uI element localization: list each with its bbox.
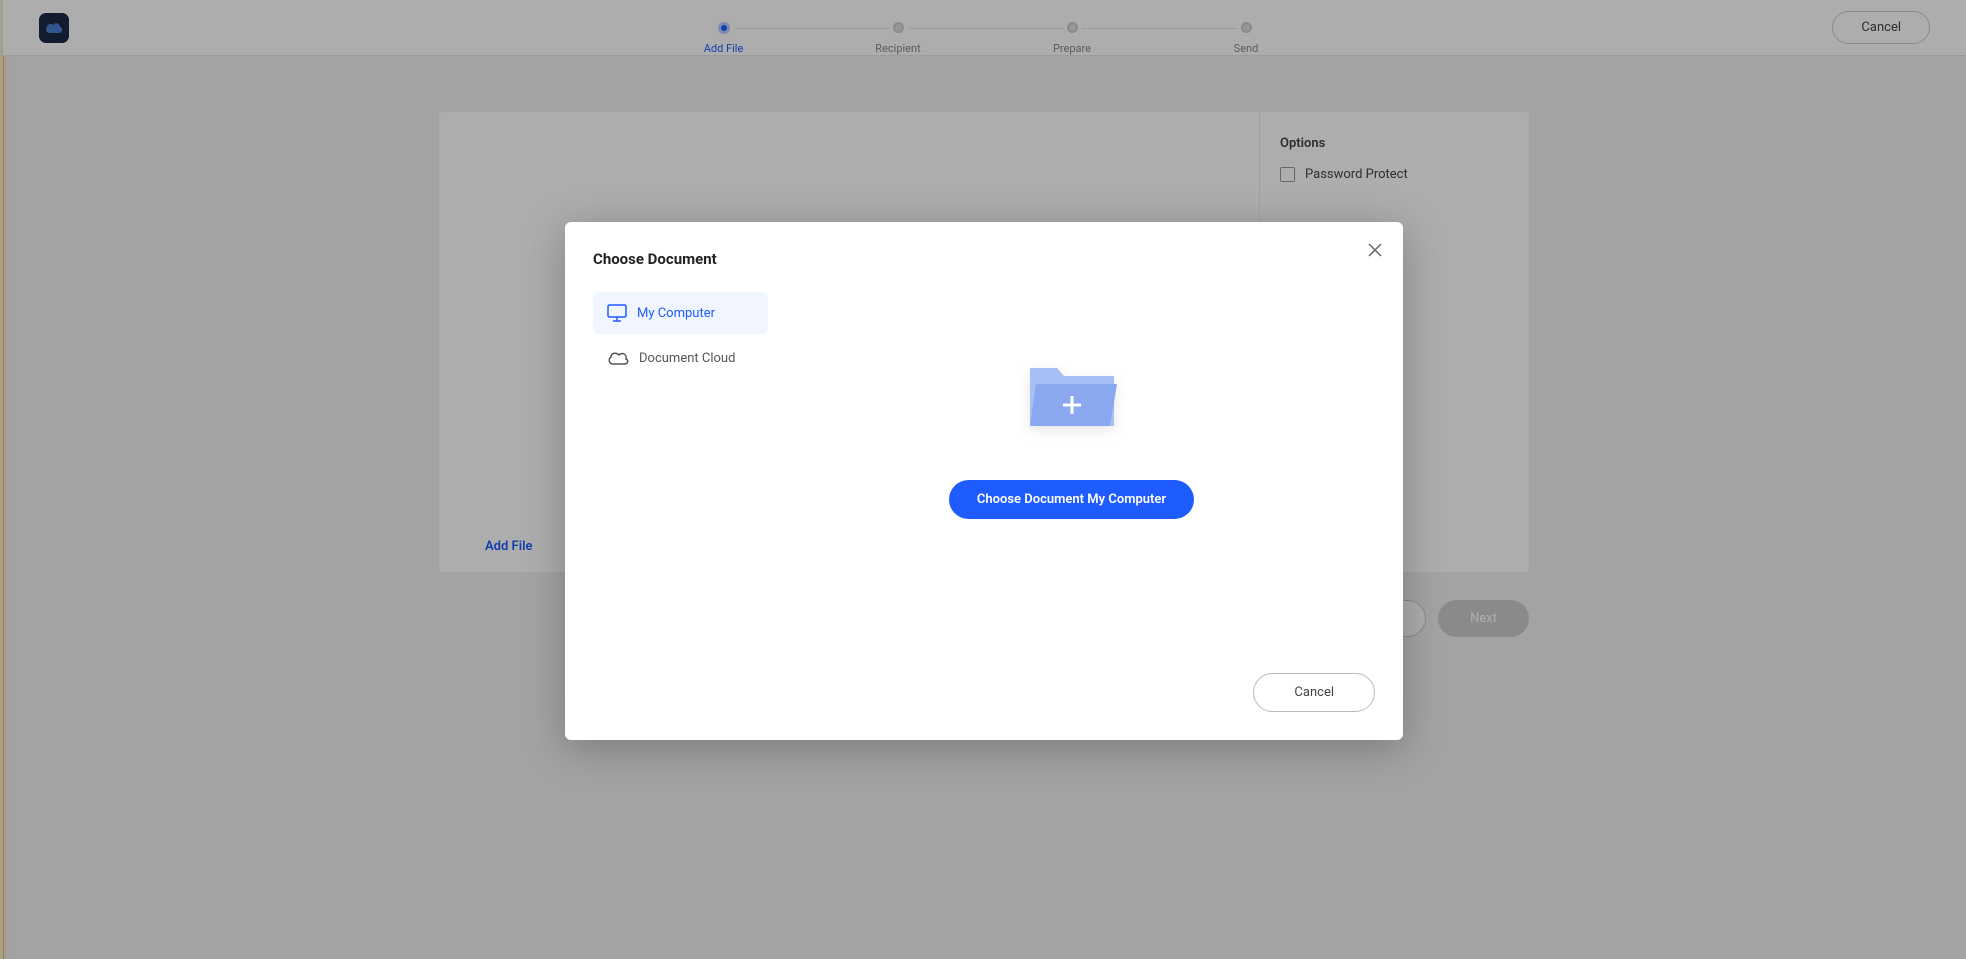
sidebar-item-label: Document Cloud	[639, 351, 735, 366]
cloud-icon	[607, 350, 629, 366]
sidebar-item-document-cloud[interactable]: Document Cloud	[593, 338, 768, 378]
computer-icon	[607, 304, 627, 322]
sidebar-item-my-computer[interactable]: My Computer	[593, 292, 768, 334]
modal-cancel-button[interactable]: Cancel	[1253, 673, 1375, 712]
modal-sidebar: My Computer Document Cloud	[593, 292, 768, 519]
modal-title: Choose Document	[593, 250, 1375, 268]
sidebar-item-label: My Computer	[637, 306, 715, 321]
choose-document-modal: Choose Document My Computer Document Clo…	[565, 222, 1403, 740]
modal-body: My Computer Document Cloud Choose Docume…	[593, 292, 1375, 519]
close-icon	[1365, 240, 1385, 260]
close-button[interactable]	[1365, 240, 1385, 260]
choose-document-button[interactable]: Choose Document My Computer	[949, 480, 1194, 519]
folder-plus-icon	[1022, 354, 1122, 434]
modal-main-pane: Choose Document My Computer	[768, 292, 1375, 519]
